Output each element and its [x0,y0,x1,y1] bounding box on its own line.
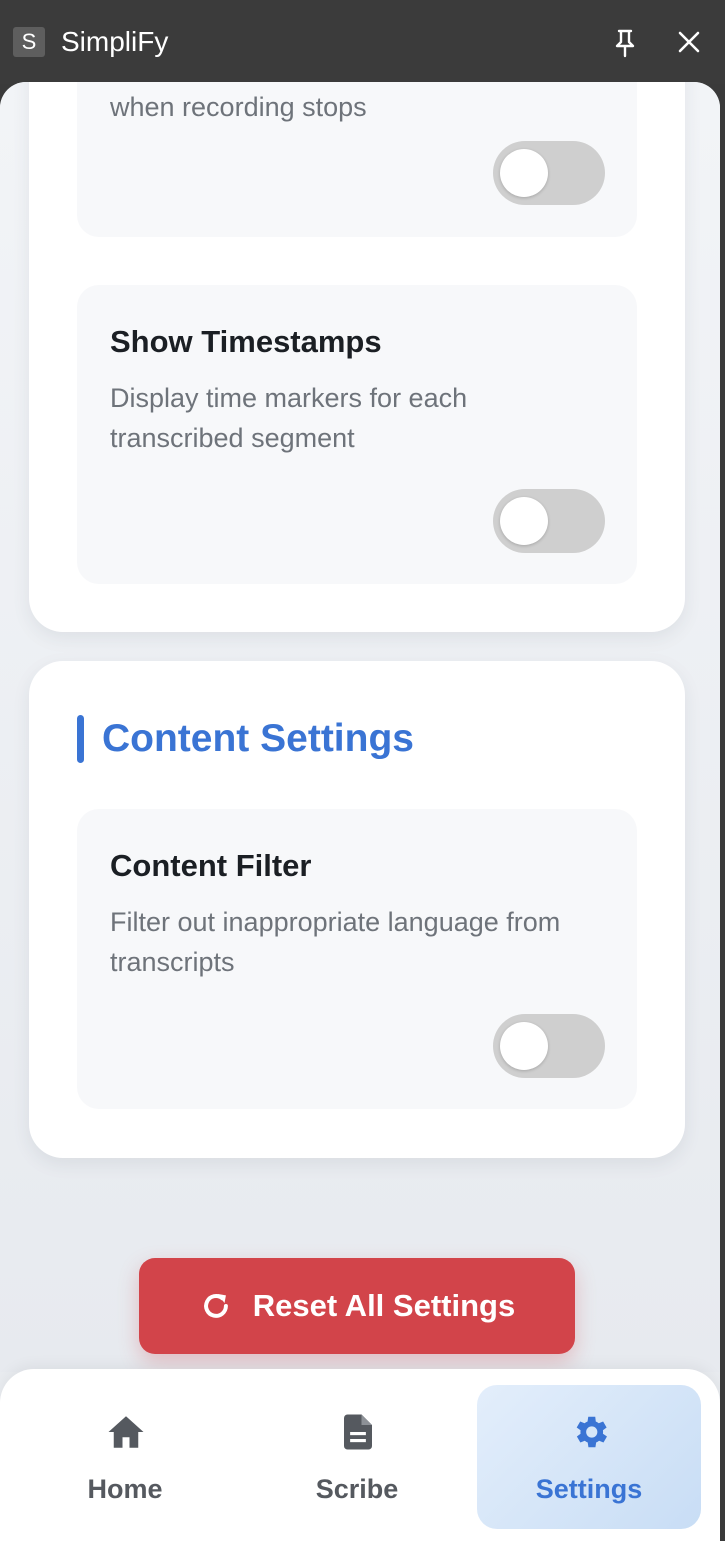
toggle-knob [500,149,548,197]
app-title: SimpliFy [61,26,169,57]
close-icon[interactable] [675,28,703,56]
settings-scroll-area[interactable]: when recording stops Show Timestamps Dis… [0,82,720,1372]
gear-icon [576,1416,607,1448]
setting-title: Show Timestamps [110,324,382,359]
setting-description: Display time markers for each transcribe… [110,383,468,453]
pin-icon[interactable] [611,28,639,58]
setting-item-partial: when recording stops [77,82,637,237]
partial-setting-toggle[interactable] [493,141,605,205]
reset-all-settings-button[interactable]: Reset All Settings [139,1258,575,1354]
document-icon [344,1414,372,1450]
content-settings-card: Content Settings Content Filter Filter o… [29,661,685,1158]
section-title: Content Settings [102,717,414,760]
show-timestamps-toggle[interactable] [493,489,605,553]
setting-description: Filter out inappropriate language from t… [110,907,561,977]
setting-description: when recording stops [110,92,367,122]
title-bar: S SimpliFy [0,0,725,84]
home-icon [108,1416,144,1448]
nav-item-scribe[interactable]: Scribe [245,1385,469,1529]
setting-item-show-timestamps: Show Timestamps Display time markers for… [77,285,637,584]
toggle-knob [500,497,548,545]
nav-item-home[interactable]: Home [13,1385,237,1529]
section-accent-bar [77,715,84,763]
setting-item-content-filter: Content Filter Filter out inappropriate … [77,809,637,1109]
bottom-nav: Home Scribe Settings [0,1369,720,1541]
toggle-knob [500,1022,548,1070]
content-filter-toggle[interactable] [493,1014,605,1078]
reset-button-label: Reset All Settings [252,1288,516,1323]
nav-label: Home [87,1474,163,1504]
setting-title: Content Filter [110,848,312,883]
settings-card: when recording stops Show Timestamps Dis… [29,82,685,632]
main-window: when recording stops Show Timestamps Dis… [0,82,720,1541]
nav-label: Scribe [315,1474,399,1504]
app-icon: S [13,27,45,57]
nav-item-settings[interactable]: Settings [477,1385,701,1529]
refresh-icon [203,1293,228,1318]
nav-label: Settings [535,1474,643,1504]
